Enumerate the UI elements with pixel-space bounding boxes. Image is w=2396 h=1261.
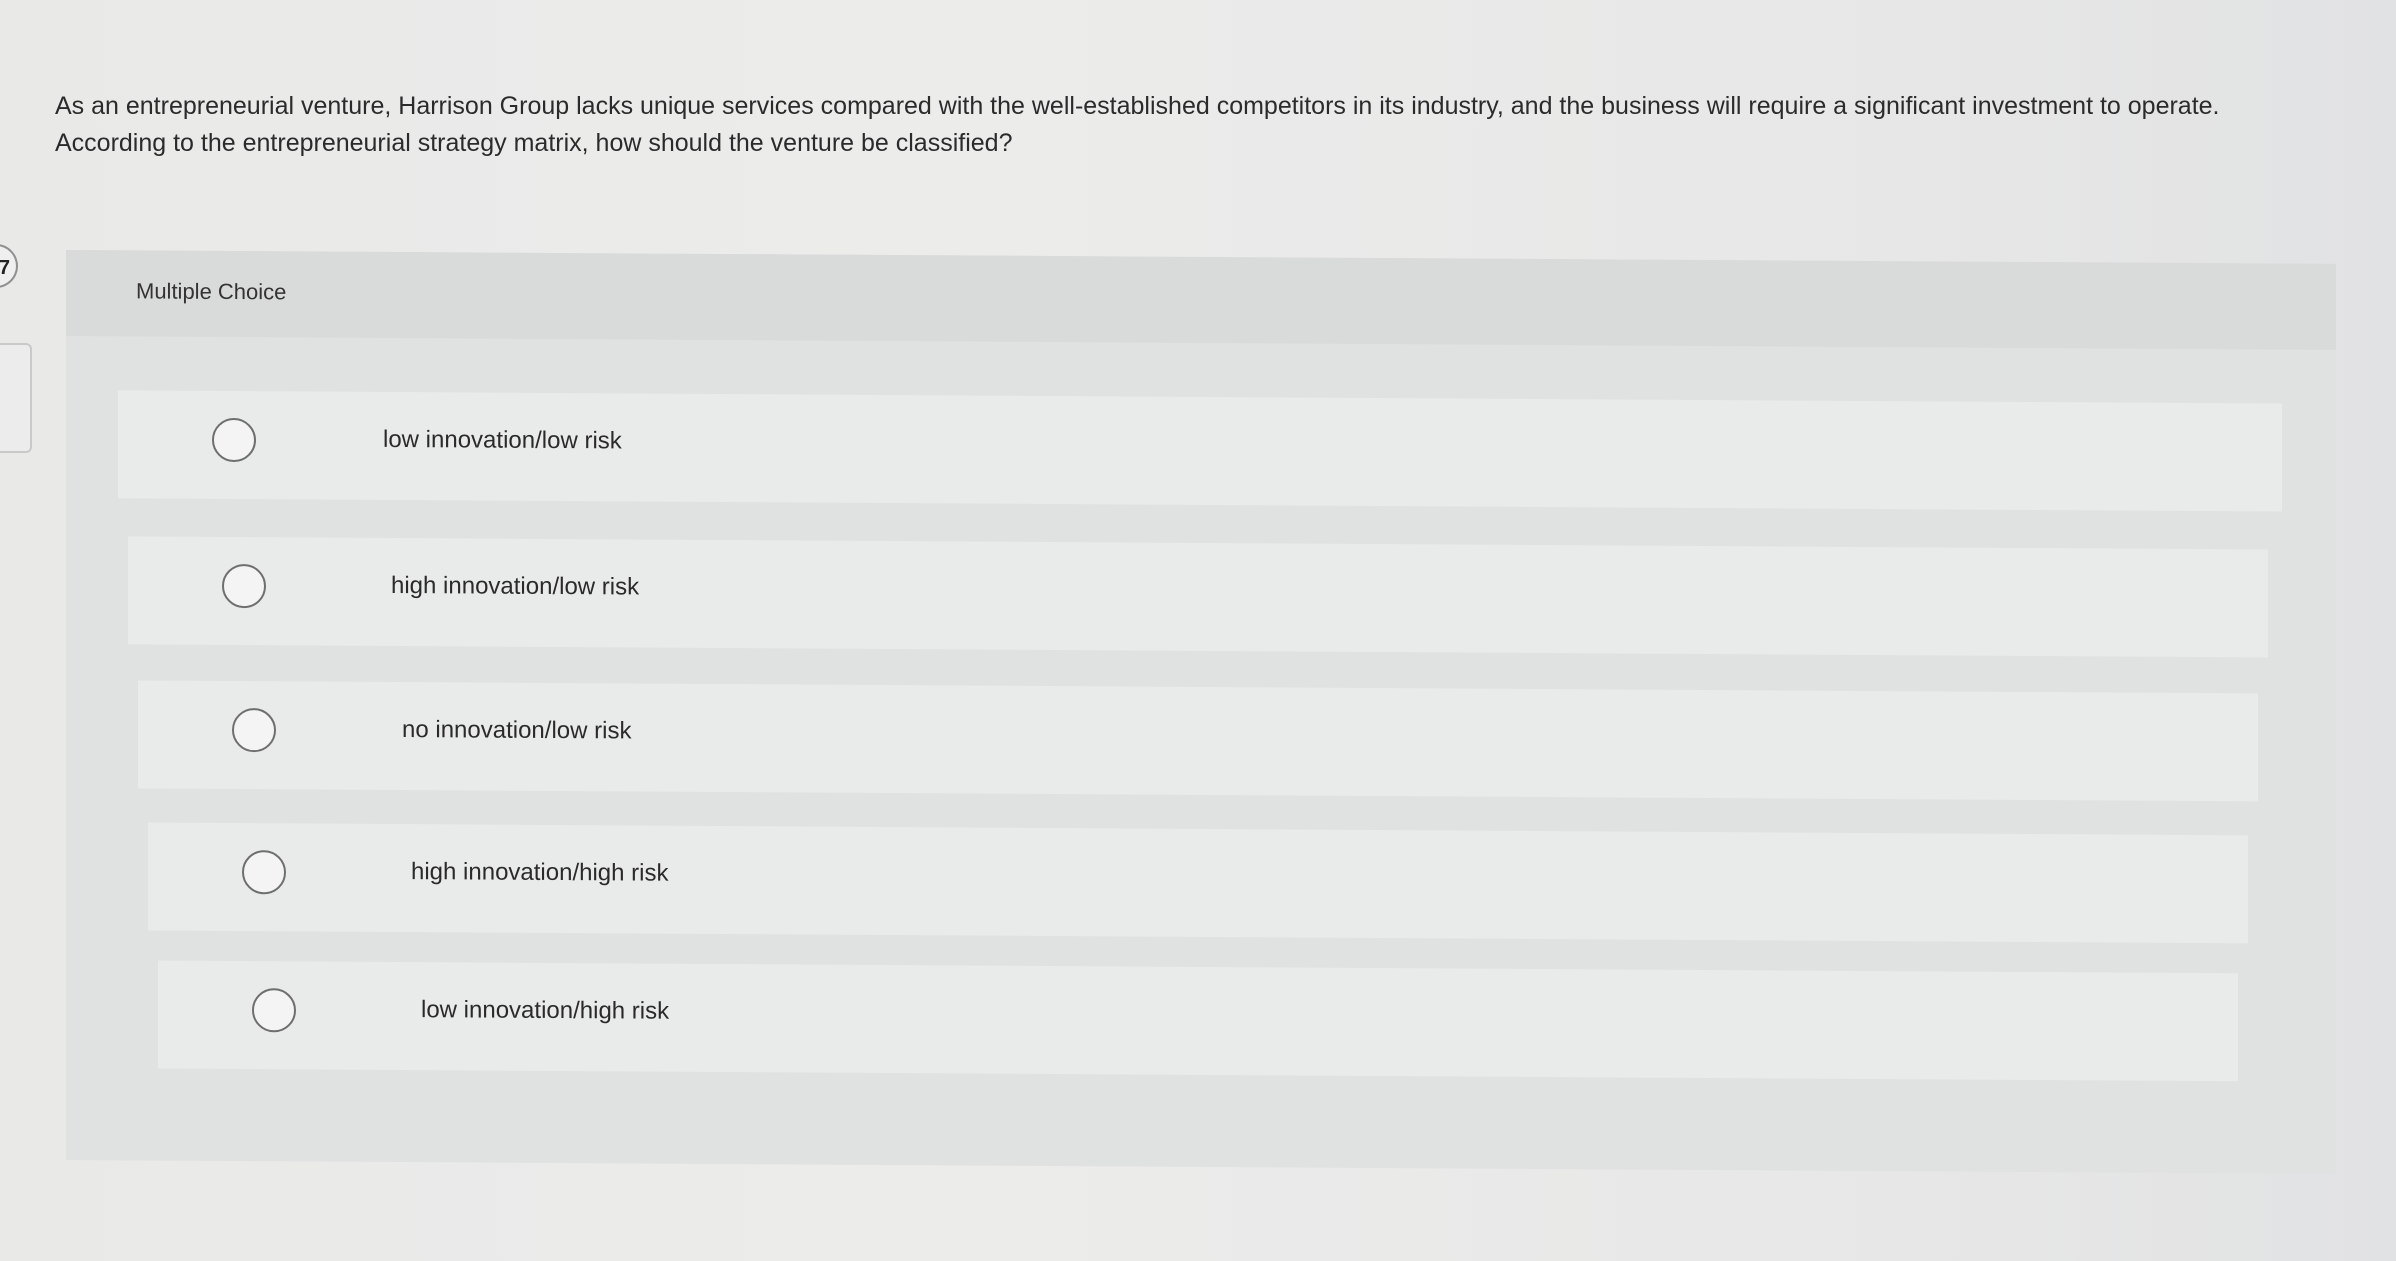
multiple-choice-label: Multiple Choice [136,278,287,305]
choice-option-3[interactable]: no innovation/low risk [138,680,2258,802]
choice-option-5[interactable]: low innovation/high risk [158,960,2238,1082]
choice-label[interactable]: high innovation/low risk [391,572,639,602]
choice-option-4[interactable]: high innovation/high risk [148,822,2248,944]
question-line-2: According to the entrepreneurial strateg… [55,129,1013,157]
question-number-badge[interactable]: 7 [0,244,18,288]
multiple-choice-header: Multiple Choice [66,250,2336,350]
radio-button[interactable] [222,563,266,609]
choice-label[interactable]: no innovation/low risk [402,716,631,745]
question-line-1: As an entrepreneurial venture, Harrison … [55,92,2220,120]
multiple-choice-panel: Multiple Choice low innovation/low risk … [66,250,2336,1174]
choice-label[interactable]: low innovation/high risk [421,996,669,1026]
question-text: As an entrepreneurial venture, Harrison … [55,88,2355,162]
radio-button[interactable] [242,850,286,895]
choice-option-1[interactable]: low innovation/low risk [118,390,2282,512]
radio-button[interactable] [252,988,296,1033]
choice-label[interactable]: low innovation/low risk [383,426,622,455]
side-tab[interactable] [0,343,32,453]
radio-button[interactable] [232,708,276,753]
radio-button[interactable] [212,417,256,463]
choice-label[interactable]: high innovation/high risk [411,858,669,888]
choice-option-2[interactable]: high innovation/low risk [128,536,2268,658]
